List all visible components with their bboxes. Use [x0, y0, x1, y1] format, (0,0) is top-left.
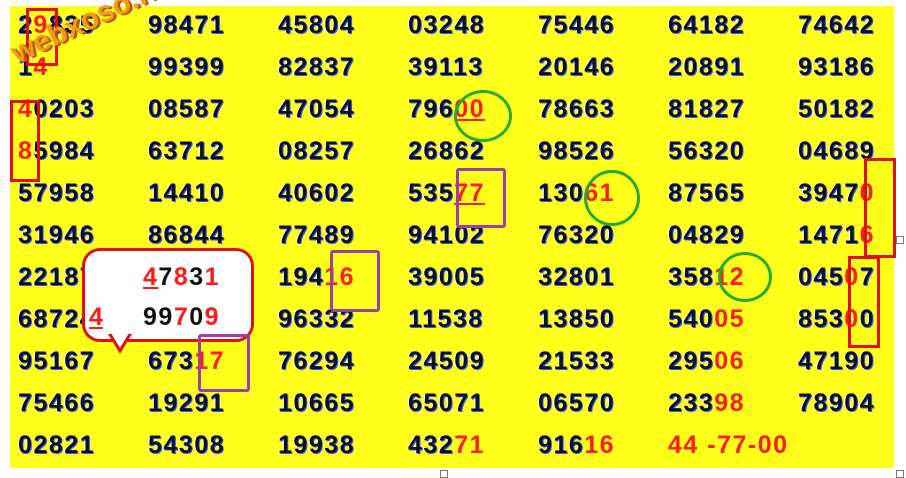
- number-cell: 44 -77-00: [668, 431, 789, 459]
- number-cell: 82837: [278, 53, 356, 81]
- number-cell: 45804: [278, 11, 356, 39]
- highlight-box-purple: [456, 168, 506, 228]
- number-cell: 81827: [668, 95, 746, 123]
- callout-bubble: 4783147831 9970999709 4: [82, 248, 254, 342]
- number-cell: 11538: [408, 305, 484, 333]
- number-cell: 75446: [538, 11, 616, 39]
- number-cell: 06570: [538, 389, 616, 417]
- highlight-box-red: [10, 100, 40, 182]
- number-cell: 47054: [278, 95, 356, 123]
- number-cell: 95167: [18, 347, 96, 375]
- number-cell: 99399: [148, 53, 226, 81]
- number-cell: 98471: [148, 11, 226, 39]
- number-cell: 32801: [538, 263, 616, 291]
- number-cell: 93186: [798, 53, 876, 81]
- callout-line-2: 9970999709: [143, 303, 221, 331]
- callout-line-1: 4783147831: [143, 263, 221, 291]
- highlight-circle-green: [454, 90, 512, 142]
- number-cell: 39113: [408, 53, 484, 81]
- number-cell: 08587: [148, 95, 226, 123]
- number-cell: 31946: [18, 221, 96, 249]
- highlight-circle-green: [718, 252, 772, 302]
- number-cell: 04829: [668, 221, 746, 249]
- highlight-box-red: [864, 158, 896, 258]
- grid-row: 14 99399 82837 39113 20146 20891 93186: [10, 48, 894, 86]
- number-cell: 10665: [278, 389, 356, 417]
- number-cell: 50182: [798, 95, 876, 123]
- number-cell: 76294: [278, 347, 356, 375]
- number-cell: 75466: [18, 389, 96, 417]
- number-cell: 13850: [538, 305, 616, 333]
- grid-row: 57958 14410 40602 53577 13061 87565 39470: [10, 174, 894, 212]
- number-cell: 24509: [408, 347, 486, 375]
- grid-row: 75466 19291 10665 65071 06570 23398 78904: [10, 384, 894, 422]
- highlight-circle-green: [584, 170, 640, 226]
- number-cell: 08257: [278, 137, 356, 165]
- number-cell: 20146: [538, 53, 616, 81]
- highlight-box-purple: [330, 250, 380, 312]
- number-cell: 65071: [408, 389, 486, 417]
- number-cell: 21533: [538, 347, 616, 375]
- grid-row: 85984 63712 08257 26862 98526 56320 04689: [10, 132, 894, 170]
- number-cell: 02821: [18, 431, 96, 459]
- resize-handle[interactable]: [896, 236, 904, 244]
- number-cell: 29506: [668, 347, 746, 375]
- number-cell: 40602: [278, 179, 356, 207]
- number-cell: 20891: [668, 53, 746, 81]
- number-cell: 64182: [668, 11, 746, 39]
- number-cell: 19938: [278, 431, 356, 459]
- number-cell: 98526: [538, 137, 616, 165]
- number-cell: 78663: [538, 95, 616, 123]
- number-cell: 54308: [148, 431, 226, 459]
- number-cell: 39005: [408, 263, 486, 291]
- number-cell: 77489: [278, 221, 356, 249]
- number-cell: 23398: [668, 389, 746, 417]
- number-cell: 74642: [798, 11, 876, 39]
- number-cell: 78904: [798, 389, 876, 417]
- number-cell: 14410: [148, 179, 226, 207]
- number-cell: 91616: [538, 431, 616, 459]
- highlight-box-red: [848, 256, 880, 348]
- number-cell: 54005: [668, 305, 746, 333]
- highlight-box-purple: [198, 334, 250, 392]
- callout-digit: 4: [89, 303, 103, 331]
- grid-row: 95167 67317 76294 24509 21533 29506 47190: [10, 342, 894, 380]
- grid-row: 02821 54308 19938 43271 91616 44 -77-00: [10, 426, 894, 464]
- number-cell: 63712: [148, 137, 226, 165]
- callout-tail-inner: [111, 333, 129, 348]
- number-cell: 87565: [668, 179, 746, 207]
- lottery-number-grid: 29835 98471 45804 03248 75446 64182 74642 14 993…: [10, 6, 894, 468]
- number-cell: 03248: [408, 11, 486, 39]
- grid-row: 40203 08587 47054 79600 78663 81827 50182: [10, 90, 894, 128]
- number-cell: 56320: [668, 137, 746, 165]
- number-cell: 43271: [408, 431, 486, 459]
